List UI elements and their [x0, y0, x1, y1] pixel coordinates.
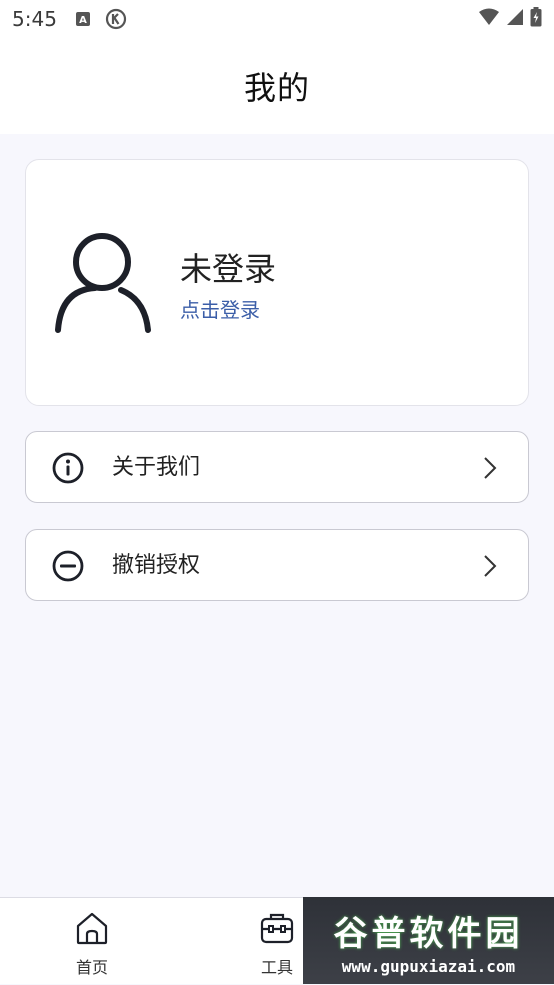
home-icon: [74, 910, 110, 950]
profile-card[interactable]: 未登录 点击登录: [25, 159, 529, 406]
svg-text:A: A: [79, 15, 87, 26]
wifi-icon: [478, 8, 500, 30]
menu-label: 关于我们: [112, 455, 201, 480]
login-link[interactable]: 点击登录: [180, 294, 260, 323]
signal-icon: [506, 8, 524, 30]
status-bar: 5:45 A: [0, 0, 554, 38]
watermark-title: 谷普软件园: [333, 913, 524, 954]
chevron-right-icon: [482, 456, 498, 480]
menu-item-revoke-authorization[interactable]: 撤销授权: [25, 529, 529, 601]
k-circle-icon: [105, 8, 127, 30]
tab-home[interactable]: 首页: [17, 898, 167, 985]
menu-label: 撤销授权: [112, 553, 201, 578]
watermark-url: www.gupuxiazai.com: [341, 956, 516, 976]
tab-label: 首页: [75, 958, 108, 977]
battery-icon: [530, 7, 542, 31]
content-area: 未登录 点击登录 关于我们 撤销授权: [0, 134, 554, 897]
minus-circle-icon: [52, 550, 84, 582]
user-outline-icon[interactable]: [53, 228, 153, 342]
tab-label: 工具: [260, 958, 293, 977]
menu-item-about-us[interactable]: 关于我们: [25, 431, 529, 503]
status-time: 5:45: [12, 7, 57, 31]
page-header: 我的: [0, 38, 554, 134]
page-title: 我的: [243, 69, 310, 107]
profile-name: 未登录: [180, 250, 277, 288]
chevron-right-icon: [482, 554, 498, 578]
watermark-logo: 谷普软件园 www.gupuxiazai.com: [303, 897, 554, 984]
toolbox-icon: [259, 910, 295, 950]
info-circle-icon: [52, 452, 84, 484]
a-badge-icon: A: [75, 11, 91, 27]
